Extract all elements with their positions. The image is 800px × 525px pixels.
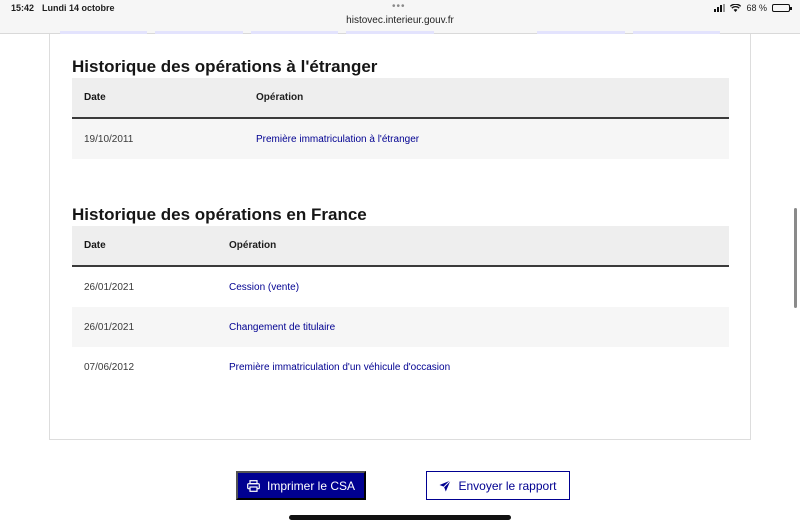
france-history-title: Historique des opérations en France [72, 205, 367, 224]
wifi-icon [730, 4, 742, 12]
report-card: Historique des opérations à l'étranger D… [49, 34, 751, 440]
france-history-table: Date Opération 26/01/2021 Cession (vente… [72, 226, 729, 387]
table-row: 26/01/2021 Changement de titulaire [72, 307, 729, 347]
status-time: 15:42 [11, 3, 35, 13]
table-header: Date Opération [72, 226, 729, 267]
browser-status-bar: 15:42 Lundi 14 octobre ••• histovec.inte… [0, 0, 800, 34]
row-operation: Cession (vente) [229, 281, 300, 293]
table-row: 19/10/2011 Première immatriculation à l'… [72, 119, 729, 159]
column-header-date: Date [84, 92, 106, 103]
row-date: 26/01/2021 [84, 281, 135, 293]
row-date: 19/10/2011 [84, 133, 134, 145]
column-header-operation: Opération [229, 240, 277, 251]
cellular-signal-icon [714, 4, 726, 12]
send-report-button[interactable]: Envoyer le rapport [426, 471, 570, 500]
battery-percent: 68 % [746, 3, 767, 13]
more-dots-icon[interactable]: ••• [392, 1, 406, 12]
print-csa-button[interactable]: Imprimer le CSA [236, 471, 366, 500]
page-scrollbar[interactable] [794, 208, 797, 308]
row-date: 07/06/2012 [84, 361, 135, 373]
row-date: 26/01/2021 [84, 321, 135, 333]
table-row: 07/06/2012 Première immatriculation d'un… [72, 347, 729, 387]
send-report-label: Envoyer le rapport [458, 478, 557, 493]
foreign-history-table: Date Opération 19/10/2011 Première immat… [72, 78, 729, 159]
send-icon [439, 479, 452, 491]
row-operation: Première immatriculation d'un véhicule d… [229, 361, 451, 373]
column-header-operation: Opération [256, 92, 304, 103]
row-operation: Première immatriculation à l'étranger [256, 133, 420, 145]
battery-icon [772, 4, 792, 12]
address-bar-url[interactable]: histovec.interieur.gouv.fr [0, 15, 800, 26]
status-date: Lundi 14 octobre [42, 3, 115, 13]
table-row: 26/01/2021 Cession (vente) [72, 267, 729, 307]
home-indicator[interactable] [289, 515, 511, 520]
table-header: Date Opération [72, 78, 729, 119]
status-indicators: 68 % [714, 3, 792, 13]
foreign-history-title: Historique des opérations à l'étranger [72, 57, 378, 76]
print-csa-label: Imprimer le CSA [266, 478, 355, 493]
row-operation: Changement de titulaire [229, 321, 336, 333]
column-header-date: Date [84, 240, 106, 251]
printer-icon [247, 479, 260, 492]
